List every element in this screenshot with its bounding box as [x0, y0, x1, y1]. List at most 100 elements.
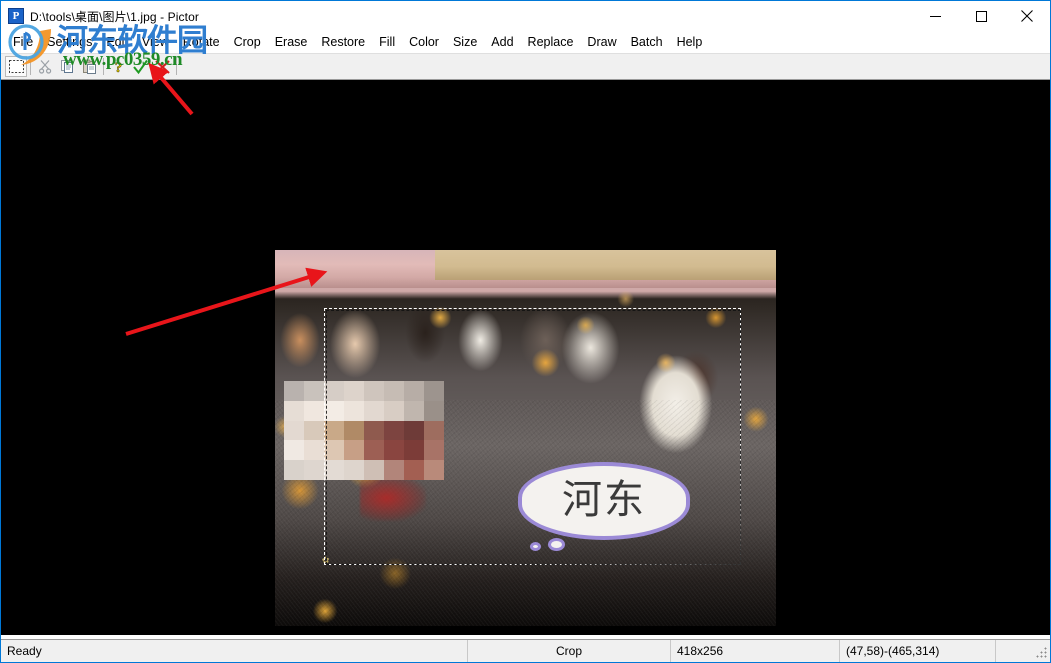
mosaic-tile [304, 440, 324, 461]
confirm-check-icon [132, 59, 148, 74]
status-resize-grip[interactable] [996, 640, 1050, 662]
mosaic-tile [424, 440, 444, 461]
copy-icon [60, 60, 73, 73]
menu-item-help[interactable]: Help [670, 33, 710, 52]
mosaic-tile [284, 400, 304, 421]
status-bar: Ready Crop 418x256 (47,58)-(465,314) [1, 639, 1050, 662]
menu-item-file[interactable]: File [6, 33, 40, 52]
speech-bubble: 河东 [518, 462, 690, 551]
mosaic-tile [424, 400, 444, 421]
cut-button[interactable] [34, 56, 56, 77]
mosaic-tile [424, 381, 444, 401]
menu-item-settings[interactable]: Settings [40, 33, 99, 52]
mosaic-tile [284, 381, 304, 401]
window-controls [912, 1, 1050, 31]
menu-item-rotate[interactable]: Rotate [176, 33, 227, 52]
close-button[interactable] [1004, 1, 1050, 31]
minimize-button[interactable] [912, 1, 958, 31]
close-icon [1021, 10, 1033, 22]
mosaic-tile [344, 460, 364, 480]
menu-item-size[interactable]: Size [446, 33, 484, 52]
pictor-window: P D:\tools\桌面\图片\1.jpg - Pictor File Set… [0, 0, 1051, 663]
mosaic-tile [404, 440, 424, 461]
speech-bubble-body: 河东 [518, 462, 690, 540]
mosaic-tile [364, 460, 384, 480]
menu-item-crop[interactable]: Crop [227, 33, 268, 52]
menu-item-color[interactable]: Color [402, 33, 446, 52]
mosaic-tile [324, 460, 344, 480]
resize-grip-icon [1035, 647, 1047, 659]
mosaic-tile [304, 381, 324, 401]
mosaic-tile [304, 400, 324, 421]
minimize-icon [929, 15, 941, 17]
mosaic-tile [344, 400, 364, 421]
mosaic-tile [324, 400, 344, 421]
menu-item-edit[interactable]: Edit [99, 33, 135, 52]
mosaic-tile [364, 400, 384, 421]
status-size: 418x256 [671, 640, 840, 662]
menu-item-draw[interactable]: Draw [580, 33, 623, 52]
select-region-icon [8, 60, 24, 73]
mosaic-tile [324, 381, 344, 401]
menu-item-add[interactable]: Add [484, 33, 520, 52]
speech-bubble-dot-large [548, 538, 565, 551]
mosaic-tile [384, 460, 404, 480]
speech-bubble-text: 河东 [562, 476, 646, 523]
mosaic-tile [424, 420, 444, 441]
maximize-icon [975, 10, 987, 22]
help-icon: ? [114, 59, 122, 75]
cut-icon [38, 60, 51, 74]
mosaic-tile [344, 381, 364, 401]
menu-bar: File Settings Edit View Rotate Crop Eras… [1, 31, 1050, 53]
help-button[interactable]: ? [107, 56, 129, 77]
status-mode: Crop [467, 640, 671, 662]
copy-button[interactable] [56, 56, 78, 77]
mosaic-tile [404, 400, 424, 421]
svg-text:?: ? [114, 60, 122, 75]
menu-item-batch[interactable]: Batch [624, 33, 670, 52]
photo-red-smear [360, 479, 427, 522]
confirm-crop-button[interactable] [129, 56, 151, 77]
mosaic-tile [324, 440, 344, 461]
menu-item-view[interactable]: View [135, 33, 176, 52]
mosaic-tile [304, 460, 324, 480]
mosaic-censor-block [284, 381, 444, 480]
status-coords: (47,58)-(465,314) [840, 640, 996, 662]
image-canvas[interactable]: 河东 ✿ [275, 250, 776, 626]
mosaic-tile [384, 440, 404, 461]
mosaic-tile [404, 420, 424, 441]
menu-item-erase[interactable]: Erase [268, 33, 315, 52]
cancel-cross-icon [154, 59, 170, 74]
paste-icon [82, 59, 96, 74]
app-icon: P [8, 8, 24, 24]
mosaic-tile [284, 420, 304, 441]
mosaic-tile [404, 381, 424, 401]
mosaic-tile [384, 381, 404, 401]
mosaic-tile [304, 420, 324, 441]
menu-item-restore[interactable]: Restore [314, 33, 372, 52]
maximize-button[interactable] [958, 1, 1004, 31]
toolbar-separator-3 [176, 58, 177, 75]
menu-item-fill[interactable]: Fill [372, 33, 402, 52]
mosaic-tile [384, 420, 404, 441]
mosaic-tile [324, 420, 344, 441]
toolbar-separator-1 [30, 58, 31, 75]
mosaic-tile [344, 420, 364, 441]
mosaic-tile [344, 440, 364, 461]
mosaic-tile [364, 440, 384, 461]
tool-bar: ? [1, 53, 1050, 80]
mosaic-tile [384, 400, 404, 421]
title-bar: P D:\tools\桌面\图片\1.jpg - Pictor [1, 1, 1050, 31]
canvas-workspace[interactable]: 河东 ✿ [1, 80, 1050, 635]
menu-item-replace[interactable]: Replace [521, 33, 581, 52]
speech-bubble-dot-small [530, 542, 541, 551]
mosaic-tile [284, 440, 304, 461]
toolbar-separator-2 [103, 58, 104, 75]
photo-corner-mark: ✿ [321, 555, 331, 567]
cancel-crop-button[interactable] [151, 56, 173, 77]
mosaic-tile [364, 420, 384, 441]
paste-button[interactable] [78, 56, 100, 77]
select-region-button[interactable] [5, 56, 27, 77]
photo-plank-right [435, 250, 776, 280]
mosaic-tile [424, 460, 444, 480]
